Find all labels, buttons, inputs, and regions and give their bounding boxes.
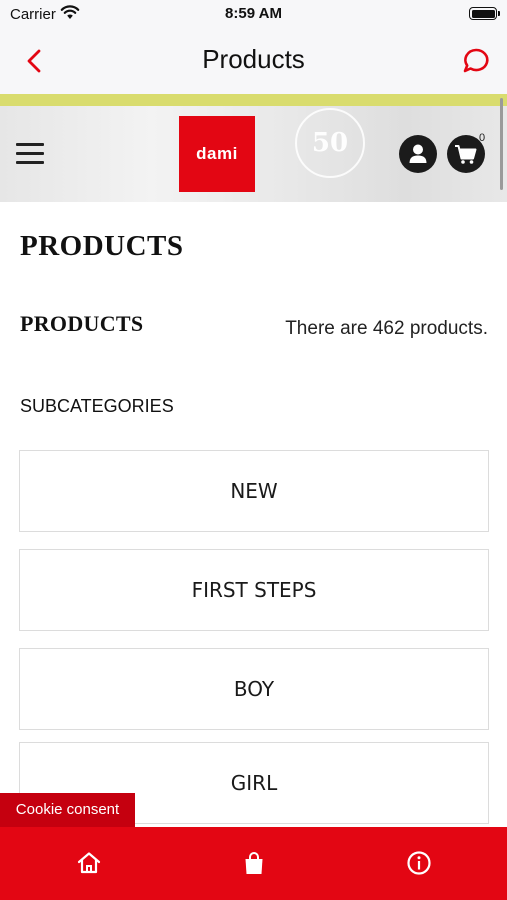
info-icon[interactable] — [405, 849, 433, 877]
subcategory-new-button[interactable]: NEW — [19, 450, 489, 532]
hamburger-menu-icon[interactable] — [16, 143, 44, 165]
nav-bar: Products — [0, 28, 507, 94]
shopping-bag-icon[interactable] — [240, 849, 268, 877]
product-count: There are 462 products. — [285, 318, 488, 339]
anniversary-badge: 50 — [295, 108, 365, 178]
scroll-indicator[interactable] — [500, 98, 503, 190]
category-heading: PRODUCTS — [20, 311, 144, 336]
tab-bar — [0, 827, 507, 900]
account-icon[interactable] — [399, 135, 437, 173]
page-heading: PRODUCTS — [20, 230, 184, 262]
subcategories-label: SUBCATEGORIES — [20, 396, 174, 416]
cookie-consent-button[interactable]: Cookie consent — [0, 793, 135, 827]
nav-title: Products — [202, 44, 305, 74]
subcategory-first-steps-button[interactable]: FIRST STEPS — [19, 549, 489, 631]
brand-logo[interactable]: dami — [179, 116, 255, 192]
home-icon[interactable] — [75, 849, 103, 877]
battery-icon — [469, 7, 500, 20]
subcategory-boy-button[interactable]: BOY — [19, 648, 489, 730]
site-header: dami 50 0 — [0, 106, 507, 202]
status-time: 8:59 AM — [225, 5, 282, 22]
status-bar: Carrier 8:59 AM — [0, 0, 507, 28]
chat-bubble-icon[interactable] — [461, 46, 491, 76]
accent-line — [0, 94, 507, 106]
cart-count: 0 — [479, 132, 486, 144]
